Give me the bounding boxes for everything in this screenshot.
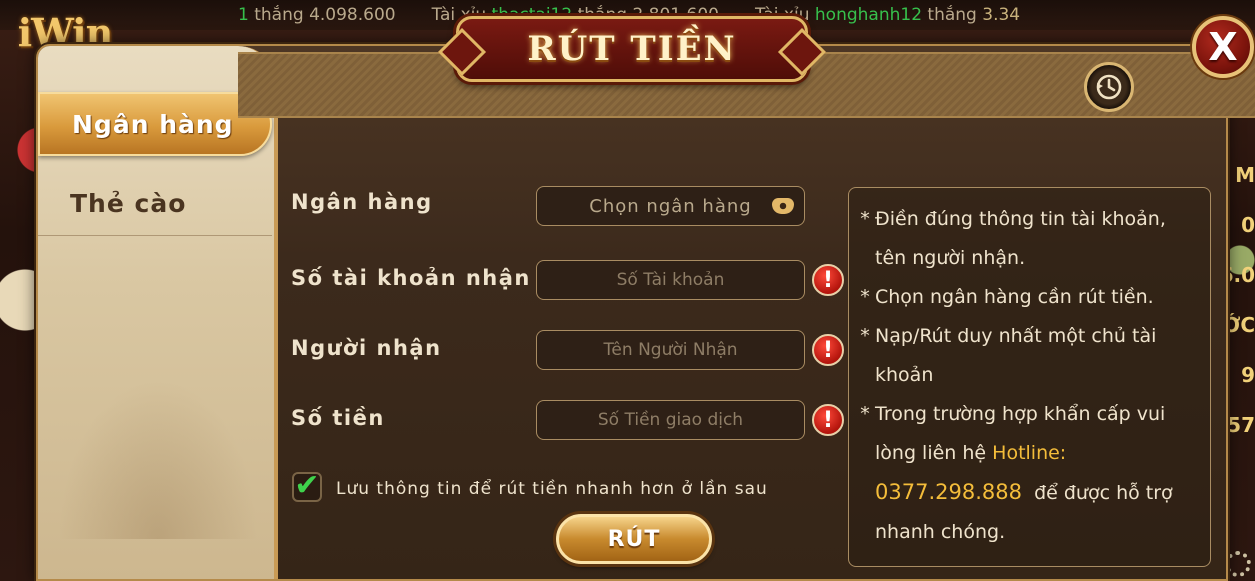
note-item: * Chọn ngân hàng cần rút tiền.	[855, 278, 1202, 317]
bg-text: M	[1235, 163, 1255, 187]
ticker-amount: 4.098.600	[309, 5, 396, 25]
bg-text: 9	[1241, 363, 1255, 387]
ticker-user: honghanh12	[814, 5, 923, 25]
bank-select[interactable]: Chọn ngân hàng	[536, 186, 805, 226]
note-item: * Nạp/Rút duy nhất một chủ tài khoản	[855, 317, 1202, 395]
bank-select-value: Chọn ngân hàng	[589, 195, 752, 217]
background-right-strip: M 0 6.0 ỚC 9 57	[1220, 150, 1255, 450]
account-number-input[interactable]: Số Tài khoản	[536, 260, 805, 300]
note-item: * Trong trường hợp khẩn cấp vui lòng liê…	[855, 395, 1202, 552]
warning-icon: !	[812, 404, 844, 436]
history-button[interactable]	[1084, 62, 1134, 112]
amount-label: Số tiền	[291, 406, 385, 430]
withdraw-submit-button[interactable]: RÚT	[556, 514, 712, 564]
history-icon	[1096, 74, 1122, 100]
ticker-amount: 3.34	[982, 5, 1021, 25]
ticker-label: thắng	[254, 5, 304, 25]
hotline-number: 0377.298.888	[875, 480, 1022, 504]
title-banner: RÚT TIỀN	[456, 16, 808, 82]
amount-input[interactable]: Số Tiền giao dịch	[536, 400, 805, 440]
account-number-label: Số tài khoản nhận	[291, 266, 531, 290]
tab-card[interactable]: Thẻ cào	[38, 172, 272, 236]
ticker-item: 1 thắng 4.098.600	[238, 5, 396, 25]
note-item: * Điền đúng thông tin tài khoản, tên ngư…	[855, 200, 1202, 278]
chevron-down-icon	[772, 198, 794, 214]
bank-label: Ngân hàng	[291, 190, 433, 214]
check-icon: ✔	[294, 468, 320, 503]
close-button[interactable]: X	[1192, 16, 1254, 78]
warning-icon: !	[812, 334, 844, 366]
note-text: Điền đúng thông tin tài khoản, tên người…	[875, 208, 1166, 269]
settings-gear-icon[interactable]	[1225, 551, 1251, 577]
remember-label: Lưu thông tin để rút tiền nhanh hơn ở lầ…	[336, 479, 768, 499]
note-text: Nạp/Rút duy nhất một chủ tài khoản	[875, 325, 1157, 386]
page-title: RÚT TIỀN	[527, 29, 737, 69]
bg-text: 0	[1241, 213, 1255, 237]
note-text: Trong trường hợp khẩn cấp vui lòng liên …	[875, 395, 1202, 552]
sidebar: Ngân hàng Thẻ cào	[38, 46, 278, 579]
close-icon: X	[1208, 25, 1238, 69]
hotline-label: Hotline:	[992, 442, 1067, 464]
tab-bank[interactable]: Ngân hàng	[38, 92, 272, 156]
bg-text: 57	[1227, 413, 1255, 437]
recipient-label: Người nhận	[291, 336, 442, 360]
remember-checkbox[interactable]: ✔	[292, 471, 322, 502]
ticker-prefix: 1	[238, 5, 249, 25]
ticker-label: thắng	[927, 5, 977, 25]
recipient-input[interactable]: Tên Người Nhận	[536, 330, 805, 370]
warning-icon: !	[812, 264, 844, 296]
note-text: Chọn ngân hàng cần rút tiền.	[875, 286, 1154, 308]
notes-box: * Điền đúng thông tin tài khoản, tên ngư…	[848, 187, 1211, 567]
